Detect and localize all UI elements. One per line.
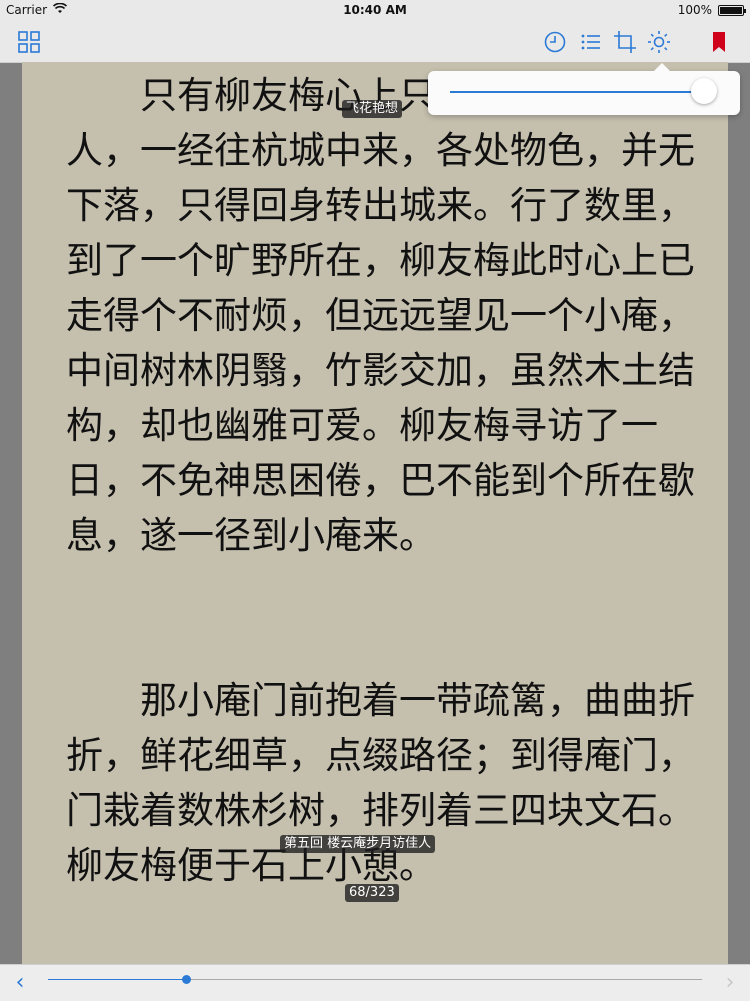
page-progress-fill — [48, 979, 186, 980]
brightness-slider-track[interactable] — [450, 91, 708, 93]
previous-page-button[interactable]: ‹ — [10, 971, 30, 995]
page-number-label: 68/323 — [345, 884, 399, 902]
book-title-label: 飞花艳想 — [342, 100, 403, 118]
book-page[interactable]: 只有柳友梅心上只觉得有一个佳人，一经往杭城中来，各处物色，并无下落，只得回身转出… — [22, 62, 728, 964]
paragraph: 那小庵门前抱着一带疏篱，曲曲折折，鲜花细草，点缀路径；到得庵门，门栽着数株杉树，… — [66, 679, 695, 887]
crop-icon[interactable] — [612, 29, 638, 55]
page-text: 只有柳友梅心上只觉得有一个佳人，一经往杭城中来，各处物色，并无下落，只得回身转出… — [66, 68, 706, 893]
next-page-button[interactable]: › — [720, 971, 740, 995]
brightness-slider-knob[interactable] — [691, 78, 717, 104]
brightness-icon[interactable] — [646, 29, 672, 55]
bookmark-icon[interactable] — [706, 29, 732, 55]
status-bar: Carrier 10:40 AM 100% — [0, 0, 750, 22]
battery-percent: 100% — [677, 3, 712, 17]
page-progress-knob[interactable] — [181, 975, 191, 984]
brightness-popover — [428, 63, 740, 115]
paragraph: 只有柳友梅心上只觉得有一个佳人，一经往杭城中来，各处物色，并无下落，只得回身转出… — [66, 74, 695, 557]
page-progress-slider[interactable] — [48, 975, 702, 984]
status-time: 10:40 AM — [343, 3, 407, 17]
chapter-title-label: 第五回 楼云庵步月访佳人 — [280, 835, 436, 853]
reader-toolbar — [0, 22, 750, 63]
page-navigation-bar: ‹ › — [0, 964, 750, 1001]
clock-icon[interactable] — [542, 29, 568, 55]
list-icon[interactable] — [578, 29, 604, 55]
battery-icon — [718, 4, 746, 16]
grid-icon[interactable] — [16, 29, 42, 55]
